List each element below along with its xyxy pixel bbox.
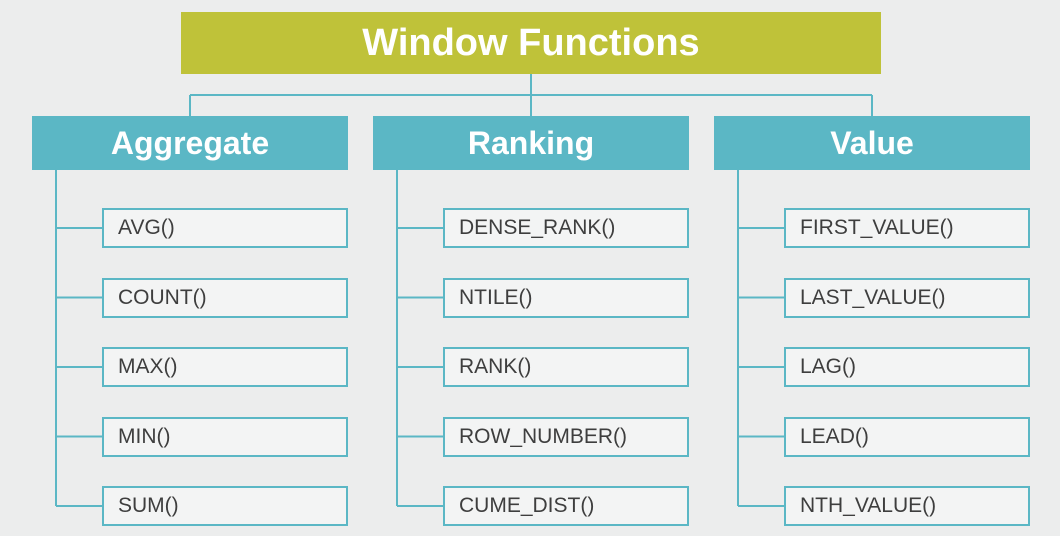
leaf-label: MIN() bbox=[118, 425, 170, 449]
root-node: Window Functions bbox=[181, 12, 881, 74]
category-ranking: Ranking bbox=[373, 116, 689, 170]
category-title: Value bbox=[830, 125, 914, 162]
leaf-label: LAST_VALUE() bbox=[800, 286, 946, 310]
leaf-node: NTILE() bbox=[443, 278, 689, 318]
leaf-node: ROW_NUMBER() bbox=[443, 417, 689, 457]
leaf-label: CUME_DIST() bbox=[459, 494, 594, 518]
leaf-node: FIRST_VALUE() bbox=[784, 208, 1030, 248]
leaf-label: FIRST_VALUE() bbox=[800, 216, 954, 240]
leaf-node: COUNT() bbox=[102, 278, 348, 318]
category-title: Ranking bbox=[468, 125, 594, 162]
leaf-label: ROW_NUMBER() bbox=[459, 425, 627, 449]
root-title: Window Functions bbox=[362, 22, 699, 65]
leaf-node: SUM() bbox=[102, 486, 348, 526]
leaf-node: LEAD() bbox=[784, 417, 1030, 457]
leaf-node: CUME_DIST() bbox=[443, 486, 689, 526]
leaf-label: AVG() bbox=[118, 216, 175, 240]
leaf-label: COUNT() bbox=[118, 286, 207, 310]
leaf-node: LAST_VALUE() bbox=[784, 278, 1030, 318]
leaf-node: AVG() bbox=[102, 208, 348, 248]
leaf-label: RANK() bbox=[459, 355, 531, 379]
leaf-label: NTILE() bbox=[459, 286, 533, 310]
leaf-label: LEAD() bbox=[800, 425, 869, 449]
leaf-label: LAG() bbox=[800, 355, 856, 379]
leaf-node: LAG() bbox=[784, 347, 1030, 387]
leaf-node: DENSE_RANK() bbox=[443, 208, 689, 248]
leaf-label: SUM() bbox=[118, 494, 179, 518]
category-aggregate: Aggregate bbox=[32, 116, 348, 170]
leaf-node: NTH_VALUE() bbox=[784, 486, 1030, 526]
category-title: Aggregate bbox=[111, 125, 269, 162]
leaf-label: NTH_VALUE() bbox=[800, 494, 936, 518]
leaf-label: DENSE_RANK() bbox=[459, 216, 615, 240]
leaf-node: MIN() bbox=[102, 417, 348, 457]
leaf-node: RANK() bbox=[443, 347, 689, 387]
leaf-label: MAX() bbox=[118, 355, 178, 379]
category-value: Value bbox=[714, 116, 1030, 170]
leaf-node: MAX() bbox=[102, 347, 348, 387]
